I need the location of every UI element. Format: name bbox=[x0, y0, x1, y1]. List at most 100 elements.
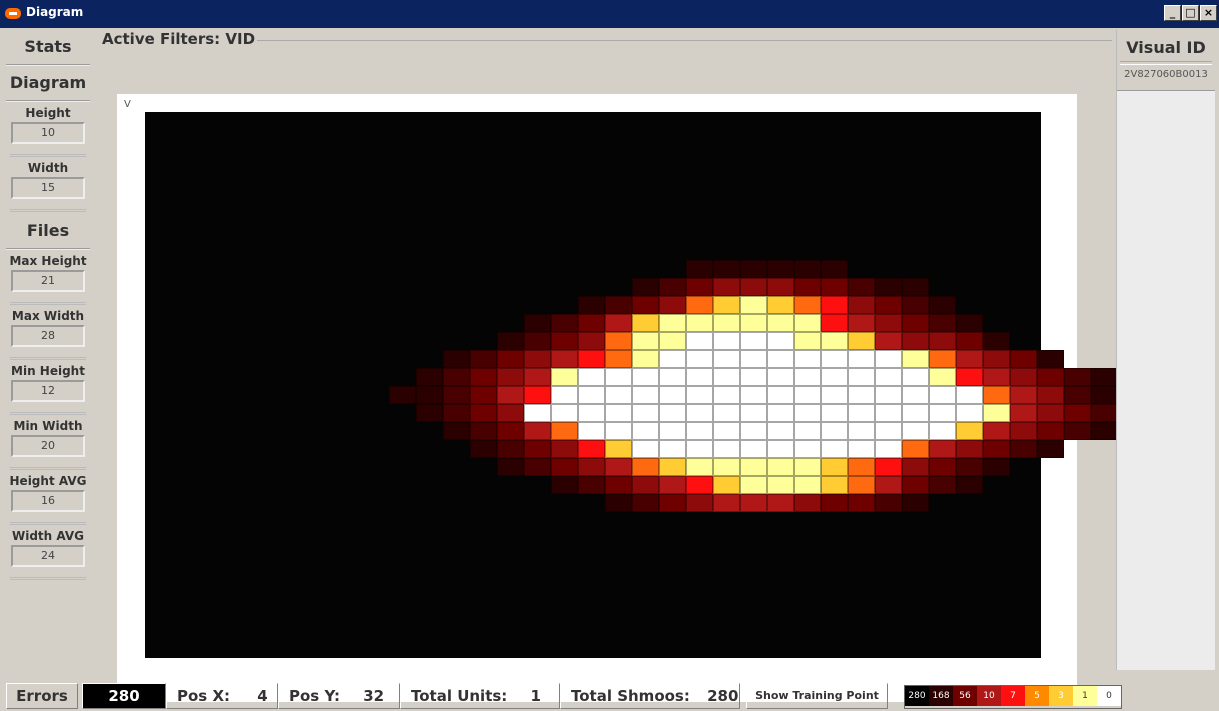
shmoo-cell[interactable] bbox=[794, 404, 821, 422]
shmoo-cell[interactable] bbox=[1037, 440, 1064, 458]
shmoo-cell[interactable] bbox=[524, 404, 551, 422]
width-avg-field[interactable]: 24 bbox=[11, 545, 85, 567]
shmoo-cell[interactable] bbox=[578, 350, 605, 368]
shmoo-cell[interactable] bbox=[902, 314, 929, 332]
shmoo-cell[interactable] bbox=[632, 386, 659, 404]
shmoo-cell[interactable] bbox=[956, 368, 983, 386]
height-field[interactable]: 10 bbox=[11, 122, 85, 144]
shmoo-cell[interactable] bbox=[875, 314, 902, 332]
shmoo-cell[interactable] bbox=[983, 458, 1010, 476]
shmoo-cell[interactable] bbox=[551, 404, 578, 422]
shmoo-cell[interactable] bbox=[605, 368, 632, 386]
shmoo-cell[interactable] bbox=[524, 314, 551, 332]
shmoo-cell[interactable] bbox=[821, 422, 848, 440]
shmoo-cell[interactable] bbox=[551, 350, 578, 368]
shmoo-cell[interactable] bbox=[1037, 368, 1064, 386]
shmoo-cell[interactable] bbox=[578, 332, 605, 350]
shmoo-cell[interactable] bbox=[740, 332, 767, 350]
shmoo-cell[interactable] bbox=[956, 422, 983, 440]
shmoo-cell[interactable] bbox=[605, 314, 632, 332]
shmoo-cell[interactable] bbox=[470, 368, 497, 386]
shmoo-cell[interactable] bbox=[605, 386, 632, 404]
shmoo-cell[interactable] bbox=[767, 260, 794, 278]
shmoo-cell[interactable] bbox=[956, 386, 983, 404]
shmoo-cell[interactable] bbox=[821, 440, 848, 458]
shmoo-cell[interactable] bbox=[740, 404, 767, 422]
shmoo-cell[interactable] bbox=[983, 332, 1010, 350]
shmoo-cell[interactable] bbox=[632, 368, 659, 386]
shmoo-cell[interactable] bbox=[632, 440, 659, 458]
shmoo-cell[interactable] bbox=[929, 476, 956, 494]
shmoo-cell[interactable] bbox=[713, 260, 740, 278]
shmoo-cell[interactable] bbox=[605, 458, 632, 476]
shmoo-cell[interactable] bbox=[740, 386, 767, 404]
shmoo-cell[interactable] bbox=[929, 458, 956, 476]
shmoo-cell[interactable] bbox=[632, 476, 659, 494]
shmoo-cell[interactable] bbox=[821, 386, 848, 404]
shmoo-cell[interactable] bbox=[902, 440, 929, 458]
shmoo-cell[interactable] bbox=[632, 422, 659, 440]
shmoo-cell[interactable] bbox=[551, 476, 578, 494]
shmoo-cell[interactable] bbox=[1037, 404, 1064, 422]
shmoo-cell[interactable] bbox=[713, 314, 740, 332]
shmoo-cell[interactable] bbox=[875, 386, 902, 404]
shmoo-cell[interactable] bbox=[821, 314, 848, 332]
shmoo-cell[interactable] bbox=[713, 494, 740, 512]
shmoo-cell[interactable] bbox=[956, 404, 983, 422]
shmoo-cell[interactable] bbox=[740, 422, 767, 440]
shmoo-cell[interactable] bbox=[551, 368, 578, 386]
shmoo-cell[interactable] bbox=[848, 278, 875, 296]
shmoo-cell[interactable] bbox=[1091, 404, 1118, 422]
shmoo-cell[interactable] bbox=[767, 422, 794, 440]
shmoo-cell[interactable] bbox=[848, 314, 875, 332]
shmoo-cell[interactable] bbox=[524, 386, 551, 404]
shmoo-cell[interactable] bbox=[470, 386, 497, 404]
shmoo-cell[interactable] bbox=[1010, 440, 1037, 458]
shmoo-cell[interactable] bbox=[929, 368, 956, 386]
shmoo-cell[interactable] bbox=[740, 458, 767, 476]
shmoo-cell[interactable] bbox=[659, 314, 686, 332]
shmoo-cell[interactable] bbox=[416, 404, 443, 422]
shmoo-cell[interactable] bbox=[1064, 386, 1091, 404]
shmoo-cell[interactable] bbox=[848, 404, 875, 422]
shmoo-cell[interactable] bbox=[497, 404, 524, 422]
shmoo-cell[interactable] bbox=[875, 440, 902, 458]
shmoo-cell[interactable] bbox=[686, 368, 713, 386]
height-avg-field[interactable]: 16 bbox=[11, 490, 85, 512]
shmoo-cell[interactable] bbox=[632, 458, 659, 476]
shmoo-cell[interactable] bbox=[686, 494, 713, 512]
shmoo-cell[interactable] bbox=[497, 332, 524, 350]
shmoo-cell[interactable] bbox=[659, 440, 686, 458]
shmoo-cell[interactable] bbox=[875, 476, 902, 494]
shmoo-cell[interactable] bbox=[1037, 350, 1064, 368]
shmoo-cell[interactable] bbox=[713, 368, 740, 386]
shmoo-cell[interactable] bbox=[686, 314, 713, 332]
shmoo-cell[interactable] bbox=[821, 350, 848, 368]
shmoo-cell[interactable] bbox=[848, 296, 875, 314]
shmoo-cell[interactable] bbox=[794, 296, 821, 314]
shmoo-cell[interactable] bbox=[929, 332, 956, 350]
shmoo-cell[interactable] bbox=[740, 494, 767, 512]
shmoo-cell[interactable] bbox=[1064, 422, 1091, 440]
shmoo-cell[interactable] bbox=[929, 404, 956, 422]
shmoo-cell[interactable] bbox=[686, 386, 713, 404]
shmoo-cell[interactable] bbox=[497, 350, 524, 368]
shmoo-cell[interactable] bbox=[1037, 422, 1064, 440]
shmoo-cell[interactable] bbox=[929, 386, 956, 404]
shmoo-cell[interactable] bbox=[902, 278, 929, 296]
shmoo-cell[interactable] bbox=[794, 350, 821, 368]
shmoo-cell[interactable] bbox=[524, 350, 551, 368]
shmoo-cell[interactable] bbox=[659, 278, 686, 296]
shmoo-cell[interactable] bbox=[659, 458, 686, 476]
shmoo-cell[interactable] bbox=[794, 278, 821, 296]
shmoo-cell[interactable] bbox=[848, 368, 875, 386]
shmoo-cell[interactable] bbox=[983, 368, 1010, 386]
shmoo-cell[interactable] bbox=[632, 404, 659, 422]
shmoo-cell[interactable] bbox=[443, 350, 470, 368]
shmoo-cell[interactable] bbox=[470, 440, 497, 458]
shmoo-cell[interactable] bbox=[767, 332, 794, 350]
shmoo-cell[interactable] bbox=[794, 494, 821, 512]
shmoo-cell[interactable] bbox=[1010, 422, 1037, 440]
shmoo-cell[interactable] bbox=[578, 458, 605, 476]
shmoo-cell[interactable] bbox=[578, 368, 605, 386]
